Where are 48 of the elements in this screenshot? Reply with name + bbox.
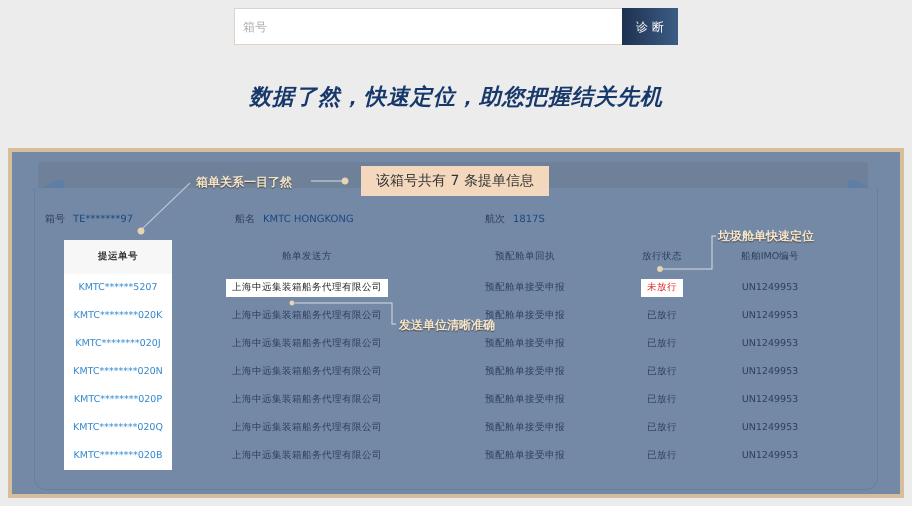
table-cell: 已放行 <box>647 394 677 406</box>
leader-line <box>138 182 190 234</box>
table-cell: 预配舱单接受申报 <box>485 282 565 294</box>
table-cell: UN1249953 <box>742 422 798 434</box>
table-cell: UN1249953 <box>742 338 798 350</box>
search-field[interactable]: 箱号 <box>234 8 622 45</box>
table-cell: 上海中远集装箱船务代理有限公司 <box>232 366 382 378</box>
field-value: TE*******97 <box>73 213 134 227</box>
table-cell: 预配舱单接受申报 <box>485 366 565 378</box>
table-cell: 预配舱单接受申报 <box>485 422 565 434</box>
leader-line <box>310 178 348 184</box>
table-cell: UN1249953 <box>742 310 798 322</box>
field-label: 船名 <box>235 213 255 227</box>
field-value: 1817S <box>513 213 545 227</box>
diagnose-button[interactable]: 诊 断 <box>622 8 678 45</box>
table-cell-text: 预配舱单接受申报 <box>485 310 565 321</box>
table-cell: UN1249953 <box>742 282 798 294</box>
callout-label: 发送单位清晰准确 <box>399 318 495 334</box>
table-cell: 预配舱单接受申报 <box>485 394 565 406</box>
column-header: 舱单发送方 <box>282 252 332 262</box>
field-label: 箱号 <box>45 213 65 227</box>
field-value: KMTC HONGKONG <box>263 213 354 227</box>
table-cell: 上海中远集装箱船务代理有限公司 <box>226 278 388 298</box>
table-cell: 已放行 <box>647 450 677 462</box>
table-cell: 已放行 <box>647 422 677 434</box>
callout-label: 箱单关系一目了然 <box>196 174 292 191</box>
table-cell: 上海中远集装箱船务代理有限公司 <box>232 422 382 434</box>
table-cell: 上海中远集装箱船务代理有限公司 <box>232 394 382 406</box>
table-cell: UN1249953 <box>742 450 798 462</box>
callout-label: 垃圾舱单快速定位 <box>718 228 814 245</box>
table-cell: UN1249953 <box>742 366 798 378</box>
table-cell: 预配舱单接受申报 <box>485 338 565 350</box>
field-label: 航次 <box>485 212 505 227</box>
summary-label: 该箱号共有 7 条提单信息 <box>361 166 549 196</box>
table-cell: 已放行 <box>647 338 677 350</box>
table-cell: 上海中远集装箱船务代理有限公司 <box>232 450 382 462</box>
slogan-text: 数据了然，快速定位，助您把握结关先机 <box>249 83 663 112</box>
column-header: 提运单号 <box>98 252 138 262</box>
table-cell: UN1249953 <box>742 394 798 406</box>
table-cell: 上海中远集装箱船务代理有限公司 <box>232 338 382 350</box>
table-cell: 已放行 <box>647 366 677 378</box>
table-cell: 预配舱单接受申报 <box>485 450 565 462</box>
table-cell: 未放行 <box>641 278 683 298</box>
table-cell: 上海中远集装箱船务代理有限公司 <box>232 310 382 322</box>
column-header: 预配舱单回执 <box>495 252 555 262</box>
column-header: 放行状态 <box>642 252 682 262</box>
table-cell: 已放行 <box>647 310 677 322</box>
column-header: 船舶IMO编号 <box>740 252 800 262</box>
